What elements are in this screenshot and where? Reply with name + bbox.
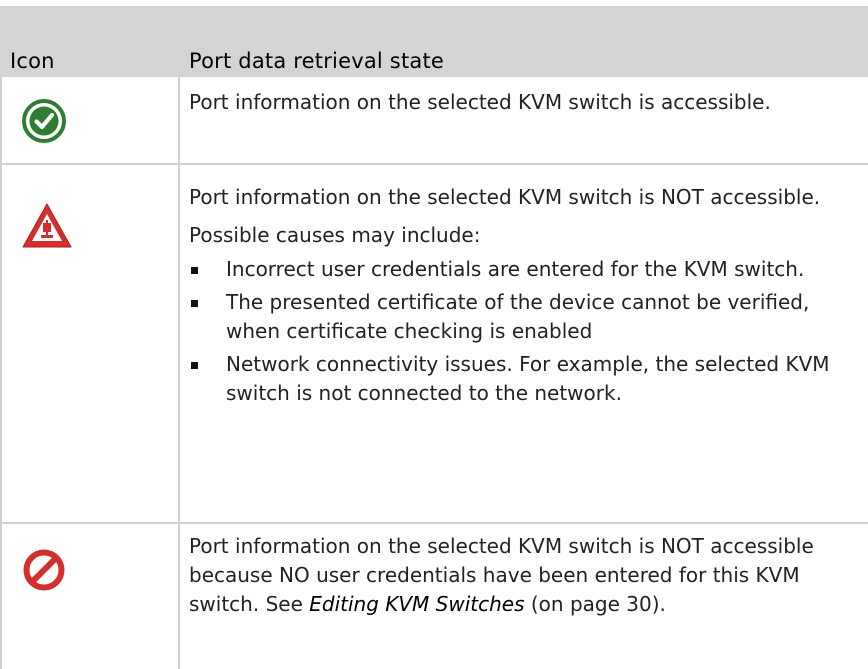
- list-item: Incorrect user credentials are entered f…: [189, 255, 860, 284]
- check-circle-icon: [22, 99, 66, 147]
- table-row: Port information on the selected KVM swi…: [0, 77, 868, 165]
- list-item: The presented certificate of the device …: [189, 288, 860, 346]
- column-header-icon: Icon: [10, 49, 55, 73]
- table-row: Port information on the selected KVM swi…: [0, 522, 868, 669]
- bullet-icon: [191, 300, 198, 307]
- causes-list: Incorrect user credentials are entered f…: [189, 255, 860, 408]
- state-description: Port information on the selected KVM swi…: [189, 183, 860, 412]
- state-description: Port information on the selected KVM swi…: [189, 532, 860, 619]
- editing-kvm-switches-link[interactable]: Editing KVM Switches: [309, 592, 524, 616]
- warning-triangle-icon: [21, 202, 73, 253]
- page-reference: (on page 30).: [524, 592, 666, 616]
- status-icon-table: Icon Port data retrieval state Port info…: [0, 0, 868, 669]
- bullet-icon: [191, 362, 198, 369]
- bullet-icon: [191, 267, 198, 274]
- list-item: Network connectivity issues. For example…: [189, 350, 860, 408]
- prohibited-icon: [22, 548, 66, 596]
- causes-heading: Possible causes may include:: [189, 223, 481, 247]
- table-header: Icon Port data retrieval state: [0, 6, 868, 77]
- state-text: Port information on the selected KVM swi…: [189, 90, 771, 114]
- column-header-state: Port data retrieval state: [189, 49, 445, 73]
- state-description: Port information on the selected KVM swi…: [189, 88, 860, 117]
- state-text: Port information on the selected KVM swi…: [189, 185, 821, 209]
- table-row: Port information on the selected KVM swi…: [0, 163, 868, 524]
